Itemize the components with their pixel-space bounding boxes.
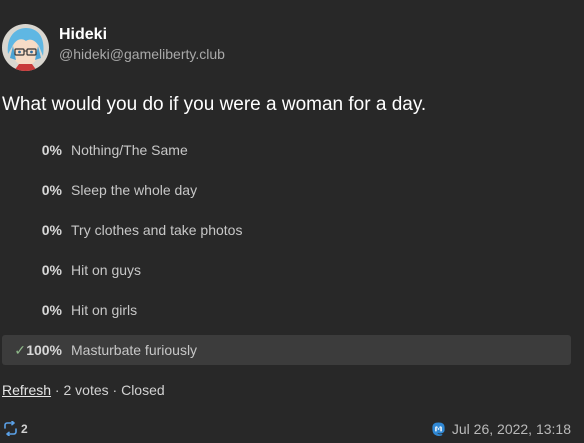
post-timestamp[interactable]: Jul 26, 2022, 13:18 (431, 421, 571, 437)
poll-option-percent: 0% (41, 302, 62, 318)
boost-icon (4, 421, 17, 436)
post-content: What would you do if you were a woman fo… (2, 94, 427, 115)
poll-option-percent: 0% (41, 262, 62, 278)
poll-option: ✓ 100% Masturbate furiously (2, 335, 571, 365)
author-handle[interactable]: @hideki@gameliberty.club (59, 45, 225, 63)
boost-button[interactable]: 2 (2, 421, 28, 436)
author-display-name[interactable]: Hideki (59, 26, 225, 44)
poll-option-percent: 0% (41, 222, 62, 238)
poll-option: 0% Try clothes and take photos (2, 215, 571, 245)
separator: · (108, 382, 122, 398)
poll-option-label: Try clothes and take photos (71, 222, 243, 238)
post-header: Hideki @hideki@gameliberty.club (2, 24, 225, 71)
poll-option-percent: 0% (41, 142, 62, 158)
poll-option: 0% Hit on guys (2, 255, 571, 285)
poll-footer: Refresh · 2 votes · Closed (2, 381, 165, 399)
poll-option-label: Nothing/The Same (71, 142, 188, 158)
poll-option-percent: 100% (26, 342, 62, 358)
checkmark-icon: ✓ (14, 341, 26, 358)
timestamp-text: Jul 26, 2022, 13:18 (451, 421, 571, 437)
poll: 0% Nothing/The Same 0% Sleep the whole day 0… (2, 135, 571, 375)
poll-status: Closed (121, 382, 165, 398)
poll-option-label: Masturbate furiously (71, 342, 198, 358)
avatar[interactable] (2, 24, 49, 71)
vote-count: 2 votes (63, 382, 109, 398)
poll-option-percent: 0% (41, 182, 62, 198)
poll-option-label: Sleep the whole day (71, 182, 198, 198)
mastodon-icon (432, 421, 445, 436)
separator: · (51, 382, 64, 398)
boost-count: 2 (21, 421, 28, 436)
poll-option: 0% Hit on girls (2, 295, 571, 325)
refresh-link[interactable]: Refresh (2, 382, 51, 398)
poll-option-label: Hit on girls (71, 302, 138, 318)
poll-option-label: Hit on guys (71, 262, 142, 278)
poll-option: 0% Sleep the whole day (2, 175, 571, 205)
author-names: Hideki @hideki@gameliberty.club (59, 26, 225, 63)
poll-option: 0% Nothing/The Same (2, 135, 571, 165)
